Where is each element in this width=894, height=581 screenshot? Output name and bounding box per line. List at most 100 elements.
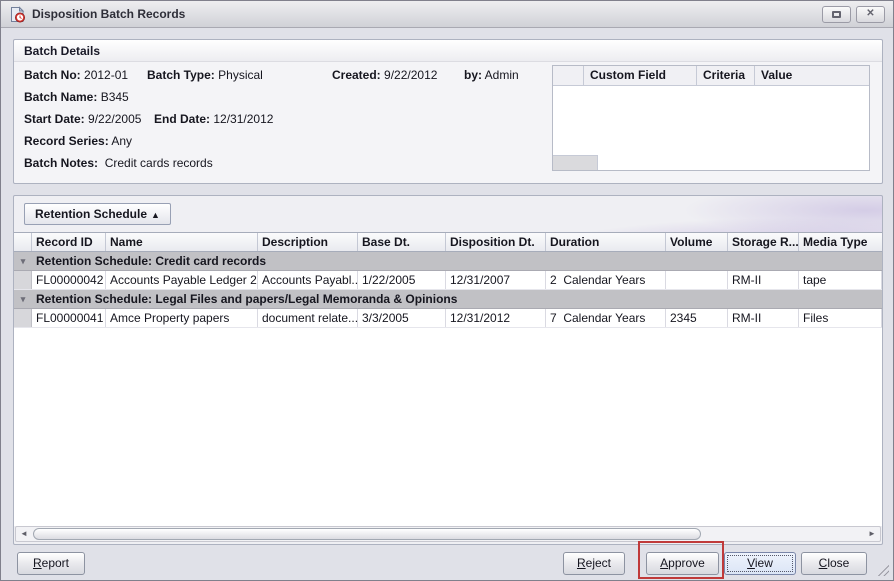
column-header-volume[interactable]: Volume	[666, 233, 728, 251]
custom-fields-table: Custom Field Criteria Value	[552, 65, 870, 171]
restore-button[interactable]	[822, 6, 851, 23]
row-indicator-cell	[14, 309, 32, 327]
cell-media-type: Files	[799, 309, 882, 327]
cell-name: Accounts Payable Ledger 2...	[106, 271, 258, 289]
grid-header-row: Record ID Name Description Base Dt. Disp…	[14, 232, 882, 252]
view-button[interactable]: View	[724, 552, 796, 575]
group-row-legal-files[interactable]: ▾ Retention Schedule: Legal Files and pa…	[14, 290, 882, 309]
cell-disposition-dt: 12/31/2012	[446, 309, 546, 327]
column-header-description[interactable]: Description	[258, 233, 358, 251]
scrollbar-thumb[interactable]	[33, 528, 701, 540]
cell-description: document relate...	[258, 309, 358, 327]
window-controls: ✕	[822, 6, 885, 23]
batch-name-value: B345	[101, 90, 129, 104]
retention-grid-panel: Retention Schedule▲ Record ID Name Descr…	[13, 195, 883, 545]
record-series-field: Record Series: Any	[24, 134, 132, 148]
column-header-base-dt[interactable]: Base Dt.	[358, 233, 446, 251]
batch-notes-field: Batch Notes: Credit cards records	[24, 156, 213, 170]
reject-button[interactable]: Reject	[563, 552, 625, 575]
column-header-disposition-dt[interactable]: Disposition Dt.	[446, 233, 546, 251]
created-label: Created:	[332, 68, 381, 82]
cell-name: Amce Property papers	[106, 309, 258, 327]
created-by-value: Admin	[485, 68, 519, 82]
column-header-name[interactable]: Name	[106, 233, 258, 251]
custom-fields-indicator-header	[553, 66, 584, 85]
grid-indicator-header	[14, 233, 32, 251]
restore-icon	[832, 11, 841, 18]
close-button-label: Close	[802, 553, 866, 574]
created-by-label: by:	[464, 68, 482, 82]
created-value: 9/22/2012	[384, 68, 437, 82]
approve-button[interactable]: Approve	[646, 552, 719, 575]
row-indicator-cell	[14, 271, 32, 289]
created-by-field: by: Admin	[464, 68, 519, 82]
batch-details-header: Batch Details	[14, 40, 882, 62]
report-button[interactable]: Report	[17, 552, 85, 575]
grid-body: ▾ Retention Schedule: Credit card record…	[14, 252, 882, 526]
batch-type-field: Batch Type: Physical	[147, 68, 263, 82]
column-header-record-id[interactable]: Record ID	[32, 233, 106, 251]
horizontal-scrollbar[interactable]: ◄ ►	[15, 526, 881, 542]
reject-button-label: Reject	[564, 553, 624, 574]
start-date-value: 9/22/2005	[88, 112, 141, 126]
cell-disposition-dt: 12/31/2007	[446, 271, 546, 289]
created-field: Created: 9/22/2012	[332, 68, 437, 82]
cell-storage: RM-II	[728, 309, 799, 327]
cell-volume: 2345	[666, 309, 728, 327]
cell-media-type: tape	[799, 271, 882, 289]
criteria-column-header[interactable]: Criteria	[697, 66, 755, 85]
batch-details-panel: Batch Details Batch No: 2012-01 Batch Ty…	[13, 39, 883, 184]
batch-name-field: Batch Name: B345	[24, 90, 129, 104]
cell-record-id: FL00000041	[32, 309, 106, 327]
close-icon: ✕	[866, 9, 874, 19]
start-date-label: Start Date:	[24, 112, 85, 126]
batch-no-value: 2012-01	[84, 68, 128, 82]
custom-fields-row-indicator-cell	[553, 155, 598, 170]
custom-fields-header-row: Custom Field Criteria Value	[553, 66, 869, 86]
group-row-label: Retention Schedule: Credit card records	[32, 252, 266, 270]
batch-records-app-icon	[9, 6, 26, 23]
view-button-label: View	[725, 553, 795, 574]
batch-notes-label: Batch Notes:	[24, 156, 98, 170]
cell-volume	[666, 271, 728, 289]
column-header-storage[interactable]: Storage R...	[728, 233, 799, 251]
collapse-group-icon[interactable]: ▾	[14, 290, 32, 308]
group-row-label: Retention Schedule: Legal Files and pape…	[32, 290, 457, 308]
sort-ascending-icon: ▲	[151, 210, 160, 220]
batch-type-value: Physical	[218, 68, 263, 82]
decorative-swoosh	[452, 196, 882, 232]
batch-no-label: Batch No:	[24, 68, 81, 82]
cell-description: Accounts Payabl...	[258, 271, 358, 289]
column-header-duration[interactable]: Duration	[546, 233, 666, 251]
batch-notes-value: Credit cards records	[105, 156, 213, 170]
cell-duration: 2 Calendar Years	[546, 271, 666, 289]
cell-storage: RM-II	[728, 271, 799, 289]
scroll-right-icon[interactable]: ►	[864, 527, 880, 541]
record-series-label: Record Series:	[24, 134, 109, 148]
column-header-media-type[interactable]: Media Type	[799, 233, 882, 251]
end-date-value: 12/31/2012	[213, 112, 273, 126]
value-column-header[interactable]: Value	[755, 66, 869, 85]
table-row-fl00000041[interactable]: FL00000041 Amce Property papers document…	[14, 309, 882, 328]
dialog-window: Disposition Batch Records ✕ Batch Detail…	[0, 0, 894, 581]
group-by-retention-schedule-button[interactable]: Retention Schedule▲	[24, 203, 171, 225]
record-series-value: Any	[111, 134, 132, 148]
custom-field-column-header[interactable]: Custom Field	[584, 66, 697, 85]
approve-button-label: Approve	[647, 553, 718, 574]
title-bar: Disposition Batch Records ✕	[1, 1, 893, 28]
table-row-fl00000042[interactable]: FL00000042 Accounts Payable Ledger 2... …	[14, 271, 882, 290]
batch-type-label: Batch Type:	[147, 68, 215, 82]
group-row-credit-cards[interactable]: ▾ Retention Schedule: Credit card record…	[14, 252, 882, 271]
collapse-group-icon[interactable]: ▾	[14, 252, 32, 270]
close-button[interactable]: Close	[801, 552, 867, 575]
report-button-label: Report	[18, 553, 84, 574]
cell-base-dt: 3/3/2005	[358, 309, 446, 327]
batch-no-field: Batch No: 2012-01	[24, 68, 128, 82]
batch-name-label: Batch Name:	[24, 90, 97, 104]
cell-record-id: FL00000042	[32, 271, 106, 289]
end-date-field: End Date: 12/31/2012	[154, 112, 273, 126]
cell-base-dt: 1/22/2005	[358, 271, 446, 289]
close-window-button[interactable]: ✕	[856, 6, 885, 23]
scroll-left-icon[interactable]: ◄	[16, 527, 32, 541]
resize-grip[interactable]	[876, 563, 889, 576]
